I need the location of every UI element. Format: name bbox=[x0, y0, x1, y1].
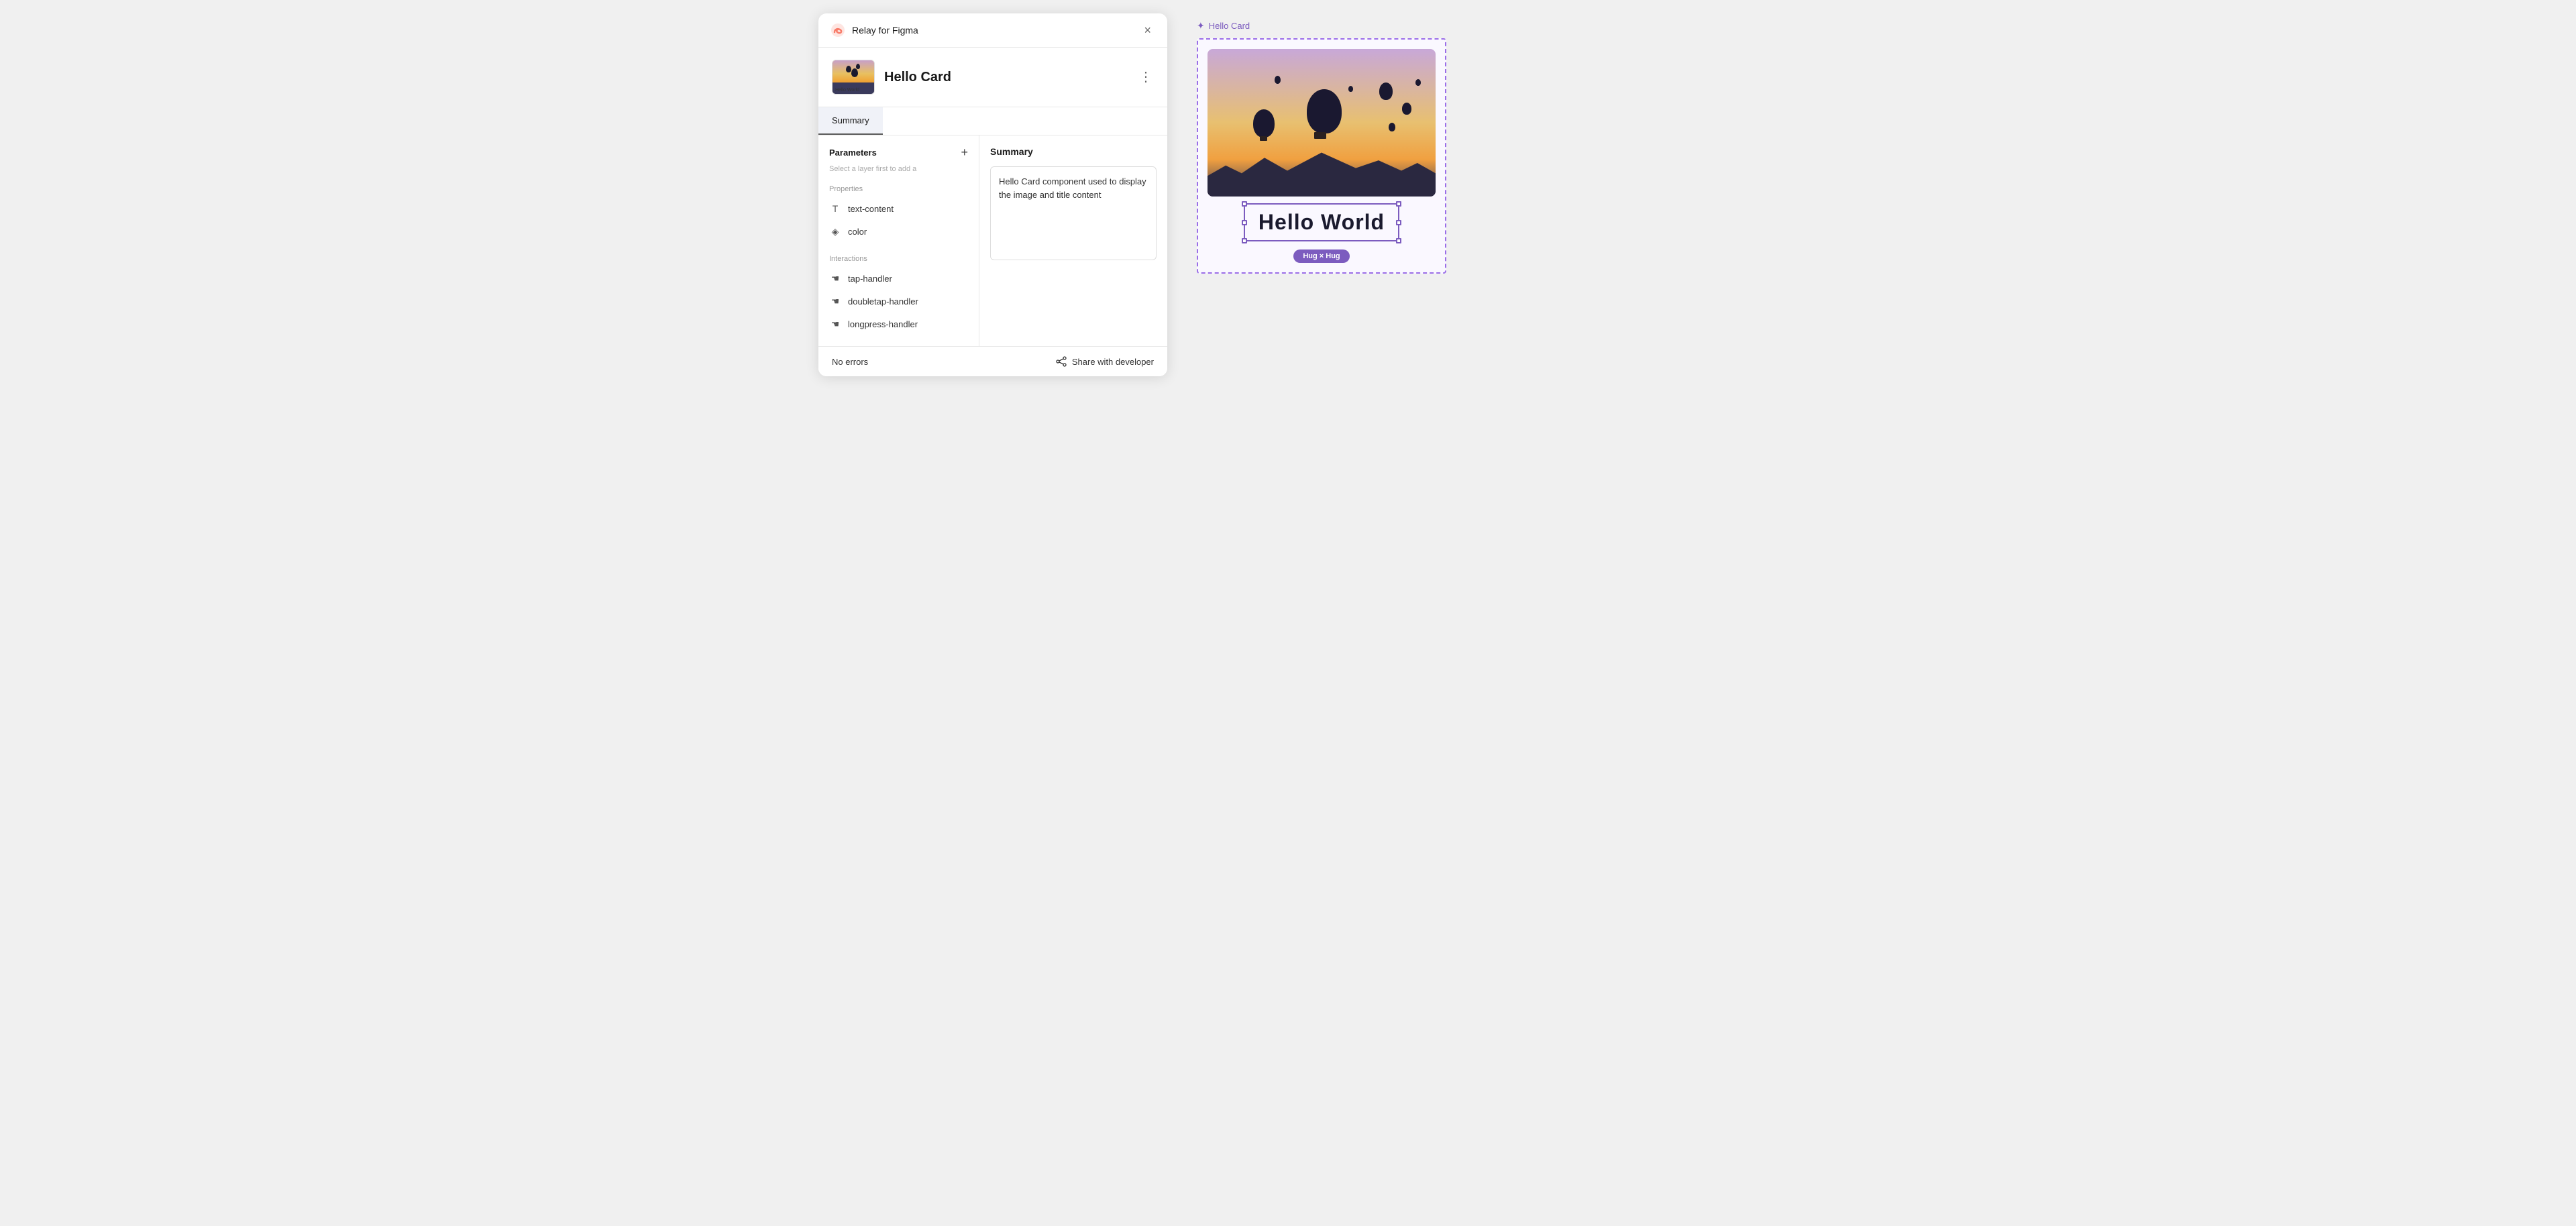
doubletap-handler-item[interactable]: ☚ doubletap-handler bbox=[818, 290, 979, 313]
longpress-handler-label: longpress-handler bbox=[848, 319, 918, 329]
doubletap-handler-label: doubletap-handler bbox=[848, 296, 918, 306]
corner-ml bbox=[1242, 220, 1247, 225]
parameters-label: Parameters bbox=[829, 148, 877, 158]
title-box: Hello World bbox=[1244, 203, 1399, 241]
share-button[interactable]: Share with developer bbox=[1056, 356, 1154, 367]
balloon-tiny1 bbox=[1275, 76, 1281, 84]
balloon-right2 bbox=[1402, 103, 1411, 115]
doubletap-icon: ☚ bbox=[829, 295, 841, 307]
panel-title: Relay for Figma bbox=[852, 25, 918, 36]
properties-group-label: Properties bbox=[818, 181, 979, 197]
thumbnail-sky bbox=[833, 60, 874, 82]
panel-body: Parameters + Select a layer first to add… bbox=[818, 135, 1167, 346]
card-title: Hello World bbox=[1258, 210, 1385, 234]
sidebar-hint: Select a layer first to add a bbox=[818, 165, 979, 181]
canvas-component-name: Hello Card bbox=[1209, 21, 1250, 31]
summary-heading: Summary bbox=[990, 146, 1157, 157]
property-text-label: text-content bbox=[848, 204, 894, 214]
property-color-label: color bbox=[848, 227, 867, 237]
basket-left bbox=[1260, 136, 1267, 141]
card-image bbox=[1208, 49, 1436, 197]
component-name: Hello Card bbox=[884, 70, 951, 85]
main-panel: Relay for Figma × Hello World Hello Card bbox=[818, 13, 1167, 376]
panel-sidebar: Parameters + Select a layer first to add… bbox=[818, 135, 979, 346]
corner-br bbox=[1396, 238, 1401, 243]
relay-logo-icon bbox=[830, 23, 845, 38]
tap-icon: ☚ bbox=[829, 272, 841, 284]
balloon-main bbox=[1307, 89, 1342, 133]
property-text-content[interactable]: T text-content bbox=[818, 197, 979, 220]
balloon-sky bbox=[1208, 49, 1436, 197]
tap-handler-item[interactable]: ☚ tap-handler bbox=[818, 267, 979, 290]
component-thumbnail: Hello World bbox=[832, 60, 875, 95]
color-icon: ◈ bbox=[829, 225, 841, 237]
thumb-balloon-1 bbox=[846, 66, 851, 72]
balloon-tiny2 bbox=[1348, 86, 1353, 92]
balloon-left bbox=[1253, 109, 1275, 137]
text-icon: T bbox=[829, 203, 841, 215]
hug-badge: Hug × Hug bbox=[1293, 249, 1349, 263]
basket-main bbox=[1314, 132, 1326, 139]
share-label: Share with developer bbox=[1072, 357, 1154, 367]
thumb-balloon-2 bbox=[856, 64, 860, 69]
canvas-area: ✦ Hello Card bbox=[1183, 13, 1758, 280]
no-errors-label: No errors bbox=[832, 357, 868, 367]
tap-handler-label: tap-handler bbox=[848, 274, 892, 284]
balloon-tiny3 bbox=[1415, 79, 1421, 86]
panel-header-left: Relay for Figma bbox=[830, 23, 918, 38]
longpress-handler-item[interactable]: ☚ longpress-handler bbox=[818, 313, 979, 335]
corner-mr bbox=[1396, 220, 1401, 225]
more-options-button[interactable]: ⋮ bbox=[1139, 70, 1154, 84]
longpress-icon: ☚ bbox=[829, 318, 841, 330]
panel-footer: No errors Share with developer bbox=[818, 346, 1167, 376]
tab-summary[interactable]: Summary bbox=[818, 107, 883, 135]
thumb-balloon-3 bbox=[851, 68, 858, 77]
component-header: Hello World Hello Card ⋮ bbox=[818, 48, 1167, 107]
hello-card-frame: Hello World Hug × Hug bbox=[1197, 38, 1446, 274]
component-header-left: Hello World Hello Card bbox=[832, 60, 951, 95]
mountain-silhouette bbox=[1208, 145, 1436, 197]
panel-header: Relay for Figma × bbox=[818, 13, 1167, 48]
add-parameter-button[interactable]: + bbox=[961, 146, 968, 158]
balloon-right1 bbox=[1379, 82, 1393, 100]
summary-textarea[interactable]: Hello Card component used to display the… bbox=[990, 166, 1157, 260]
close-button[interactable]: × bbox=[1140, 23, 1155, 38]
thumbnail-label: Hello World bbox=[835, 88, 859, 93]
panel-main: Summary Hello Card component used to dis… bbox=[979, 135, 1167, 346]
diamond-icon: ✦ bbox=[1197, 20, 1205, 32]
tabs-row: Summary bbox=[818, 107, 1167, 135]
property-color[interactable]: ◈ color bbox=[818, 220, 979, 243]
corner-bl bbox=[1242, 238, 1247, 243]
share-icon bbox=[1056, 356, 1067, 367]
screen: Relay for Figma × Hello World Hello Card bbox=[818, 13, 1758, 376]
canvas-component-label: ✦ Hello Card bbox=[1197, 20, 1250, 32]
interactions-section: Interactions ☚ tap-handler ☚ doubletap-h… bbox=[818, 251, 979, 335]
parameters-section: Parameters + bbox=[818, 146, 979, 165]
corner-tl bbox=[1242, 201, 1247, 207]
interactions-group-label: Interactions bbox=[818, 251, 979, 267]
balloon-right3 bbox=[1389, 123, 1395, 131]
corner-tr bbox=[1396, 201, 1401, 207]
